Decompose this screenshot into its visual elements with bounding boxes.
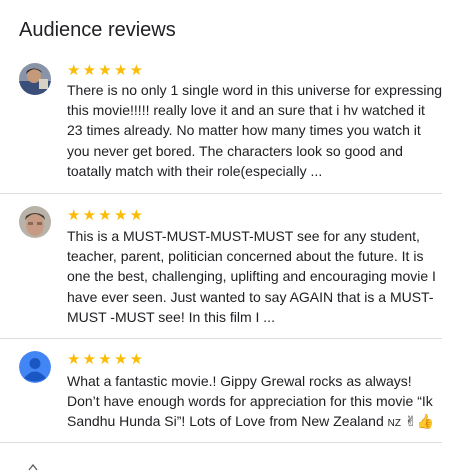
star-rating: ★★★★★ xyxy=(67,62,146,79)
review-text-body: What a fantastic movie.! Gippy Grewal ro… xyxy=(67,373,433,430)
review-text: There is no only 1 single word in this u… xyxy=(67,82,443,179)
review-text: What a fantastic movie.! Gippy Grewal ro… xyxy=(67,371,447,435)
default-avatar-icon[interactable] xyxy=(19,351,51,383)
reviewer-avatar[interactable] xyxy=(19,63,51,95)
country-flag-code: NZ xyxy=(387,418,401,430)
review-item[interactable]: ★★★★★ This is a MUST-MUST-MUST-MUST see … xyxy=(0,194,458,338)
star-rating: ★★★★★ xyxy=(67,207,146,224)
reviewer-avatar[interactable] xyxy=(19,206,51,238)
review-text: This is a MUST-MUST-MUST-MUST see for an… xyxy=(67,228,436,325)
emoji-icons: ✌👍 xyxy=(404,413,435,430)
review-item[interactable]: ★★★★★ There is no only 1 single word in … xyxy=(0,0,458,193)
review-item[interactable]: ★★★★★ What a fantastic movie.! Gippy Gre… xyxy=(0,339,458,442)
more-reviews-arrow-icon[interactable] xyxy=(28,458,38,476)
star-rating: ★★★★★ xyxy=(67,351,146,368)
divider xyxy=(0,442,442,443)
